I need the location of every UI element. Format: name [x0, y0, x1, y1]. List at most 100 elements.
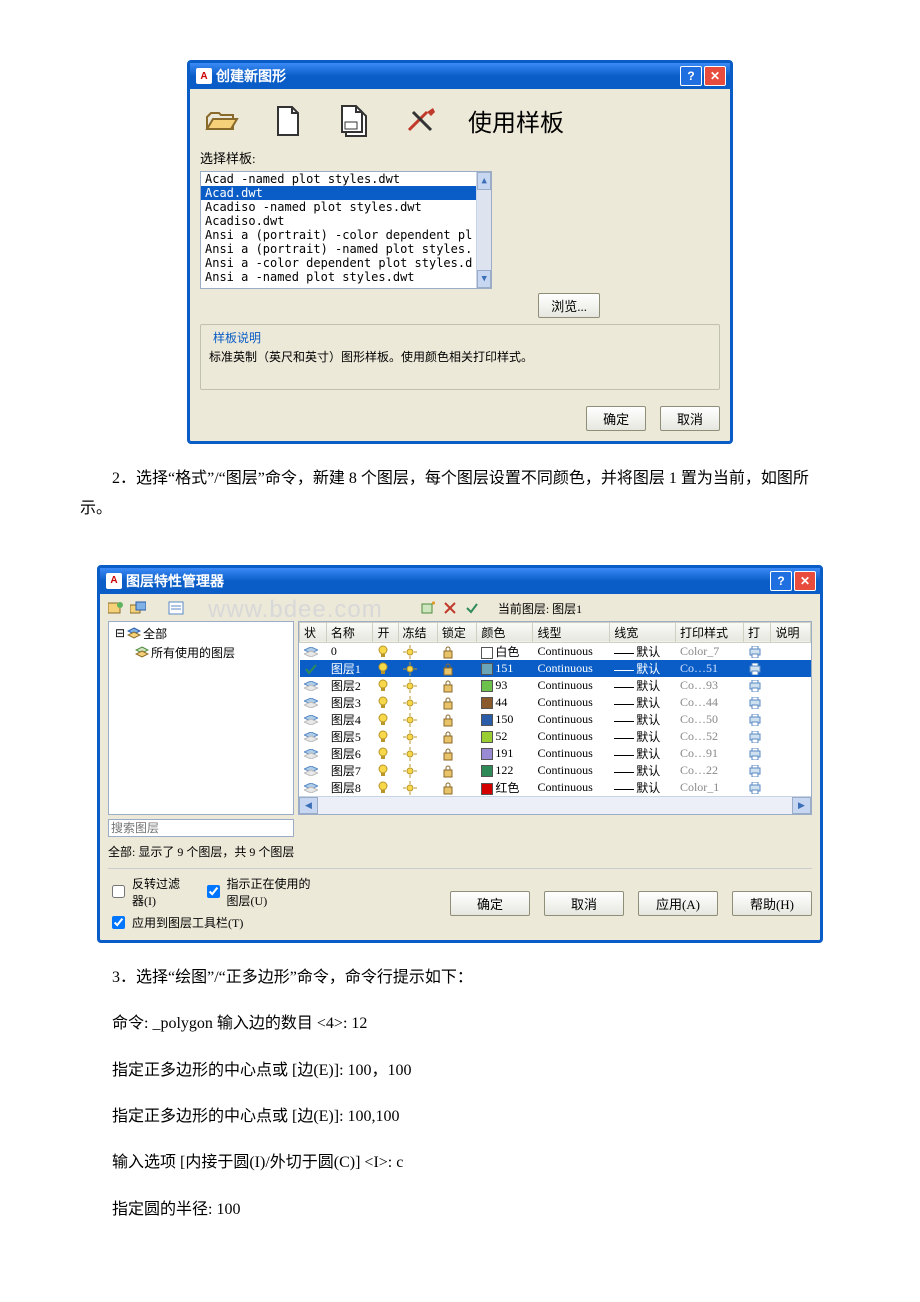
- linetype-cell[interactable]: Continuous: [533, 762, 610, 779]
- column-header[interactable]: 状: [300, 622, 327, 642]
- new-group-icon[interactable]: [130, 600, 146, 616]
- open-folder-icon[interactable]: [204, 105, 240, 137]
- description-cell[interactable]: [771, 642, 811, 660]
- page-template-icon[interactable]: [336, 105, 372, 137]
- filter-tree[interactable]: ⊟ 全部 所有使用的图层: [108, 621, 294, 815]
- close-button[interactable]: ✕: [704, 66, 726, 86]
- sun-icon[interactable]: [403, 747, 417, 761]
- table-row[interactable]: 图层4150Continuous默认Co…50: [300, 711, 811, 728]
- column-header[interactable]: 线宽: [610, 622, 676, 642]
- sun-icon[interactable]: [403, 679, 417, 693]
- invert-filter-checkbox[interactable]: 反转过滤器(I): [108, 875, 183, 909]
- lock-icon[interactable]: [442, 747, 454, 761]
- layer-states-icon[interactable]: [168, 600, 184, 616]
- lightbulb-icon[interactable]: [377, 747, 389, 761]
- lightbulb-icon[interactable]: [377, 713, 389, 727]
- printer-icon[interactable]: [748, 714, 762, 726]
- color-cell[interactable]: 151: [477, 660, 533, 677]
- lightbulb-icon[interactable]: [377, 730, 389, 744]
- printer-icon[interactable]: [748, 731, 762, 743]
- apply-button[interactable]: 应用(A): [638, 891, 718, 916]
- lightbulb-icon[interactable]: [377, 781, 389, 795]
- sun-icon[interactable]: [403, 645, 417, 659]
- new-filter-icon[interactable]: [108, 600, 124, 616]
- lightbulb-icon[interactable]: [377, 679, 389, 693]
- description-cell[interactable]: [771, 728, 811, 745]
- lineweight-cell[interactable]: 默认: [610, 745, 676, 762]
- color-cell[interactable]: 52: [477, 728, 533, 745]
- color-cell[interactable]: 191: [477, 745, 533, 762]
- printer-icon[interactable]: [748, 680, 762, 692]
- lock-icon[interactable]: [442, 713, 454, 727]
- printer-icon[interactable]: [748, 765, 762, 777]
- close-button[interactable]: ✕: [794, 571, 816, 591]
- table-row[interactable]: 0白色Continuous默认Color_7: [300, 642, 811, 660]
- lock-icon[interactable]: [442, 679, 454, 693]
- table-row[interactable]: 图层6191Continuous默认Co…91: [300, 745, 811, 762]
- table-row[interactable]: 图层7122Continuous默认Co…22: [300, 762, 811, 779]
- pencil-cross-icon[interactable]: [402, 105, 438, 137]
- list-item[interactable]: Ansi a -color dependent plot styles.d: [201, 256, 476, 270]
- sun-icon[interactable]: [403, 713, 417, 727]
- titlebar[interactable]: A 图层特性管理器 ? ✕: [100, 568, 820, 594]
- lineweight-cell[interactable]: 默认: [610, 711, 676, 728]
- list-item[interactable]: Ansi a (portrait) -named plot styles.: [201, 242, 476, 256]
- linetype-cell[interactable]: Continuous: [533, 677, 610, 694]
- list-item[interactable]: Acadiso.dwt: [201, 214, 476, 228]
- table-row[interactable]: 图层344Continuous默认Co…44: [300, 694, 811, 711]
- color-cell[interactable]: 93: [477, 677, 533, 694]
- sun-icon[interactable]: [403, 764, 417, 778]
- help-button[interactable]: ?: [770, 571, 792, 591]
- linetype-cell[interactable]: Continuous: [533, 779, 610, 796]
- template-listbox[interactable]: Acad -named plot styles.dwtAcad.dwtAcadi…: [200, 171, 492, 289]
- lightbulb-icon[interactable]: [377, 764, 389, 778]
- table-row[interactable]: 图层1151Continuous默认Co…51: [300, 660, 811, 677]
- lineweight-cell[interactable]: 默认: [610, 779, 676, 796]
- list-item[interactable]: Acad -named plot styles.dwt: [201, 172, 476, 186]
- linetype-cell[interactable]: Continuous: [533, 642, 610, 660]
- column-header[interactable]: 名称: [326, 622, 373, 642]
- new-layer-icon[interactable]: [420, 600, 436, 616]
- search-input[interactable]: [108, 819, 294, 837]
- color-cell[interactable]: 122: [477, 762, 533, 779]
- linetype-cell[interactable]: Continuous: [533, 694, 610, 711]
- linetype-cell[interactable]: Continuous: [533, 660, 610, 677]
- column-header[interactable]: 颜色: [477, 622, 533, 642]
- description-cell[interactable]: [771, 677, 811, 694]
- description-cell[interactable]: [771, 745, 811, 762]
- help-button[interactable]: 帮助(H): [732, 891, 812, 916]
- tree-root[interactable]: ⊟ 全部: [111, 624, 291, 643]
- lightbulb-icon[interactable]: [377, 645, 389, 659]
- hscrollbar[interactable]: ◀ ▶: [299, 796, 811, 814]
- printer-icon[interactable]: [748, 697, 762, 709]
- delete-layer-icon[interactable]: [442, 600, 458, 616]
- column-header[interactable]: 线型: [533, 622, 610, 642]
- layer-table[interactable]: 状名称开冻结锁定颜色线型线宽打印样式打说明 0白色Continuous默认Col…: [298, 621, 812, 815]
- linetype-cell[interactable]: Continuous: [533, 728, 610, 745]
- linetype-cell[interactable]: Continuous: [533, 745, 610, 762]
- apply-toolbar-checkbox[interactable]: 应用到图层工具栏(T): [108, 913, 318, 932]
- description-cell[interactable]: [771, 762, 811, 779]
- lock-icon[interactable]: [442, 764, 454, 778]
- linetype-cell[interactable]: Continuous: [533, 711, 610, 728]
- cancel-button[interactable]: 取消: [660, 406, 720, 431]
- help-button[interactable]: ?: [680, 66, 702, 86]
- color-cell[interactable]: 红色: [477, 779, 533, 796]
- printer-icon[interactable]: [748, 663, 762, 675]
- scroll-left[interactable]: ◀: [299, 797, 318, 814]
- browse-button[interactable]: 浏览...: [538, 293, 600, 318]
- lineweight-cell[interactable]: 默认: [610, 677, 676, 694]
- lineweight-cell[interactable]: 默认: [610, 762, 676, 779]
- table-row[interactable]: 图层552Continuous默认Co…52: [300, 728, 811, 745]
- ok-button[interactable]: 确定: [450, 891, 530, 916]
- description-cell[interactable]: [771, 694, 811, 711]
- lineweight-cell[interactable]: 默认: [610, 728, 676, 745]
- lock-icon[interactable]: [442, 645, 454, 659]
- column-header[interactable]: 打印样式: [675, 622, 743, 642]
- sun-icon[interactable]: [403, 781, 417, 795]
- list-item[interactable]: Ansi a (portrait) -color dependent pl: [201, 228, 476, 242]
- table-row[interactable]: 图层8红色Continuous默认Color_1: [300, 779, 811, 796]
- scroll-up[interactable]: ▲: [477, 172, 491, 190]
- sun-icon[interactable]: [403, 730, 417, 744]
- table-row[interactable]: 图层293Continuous默认Co…93: [300, 677, 811, 694]
